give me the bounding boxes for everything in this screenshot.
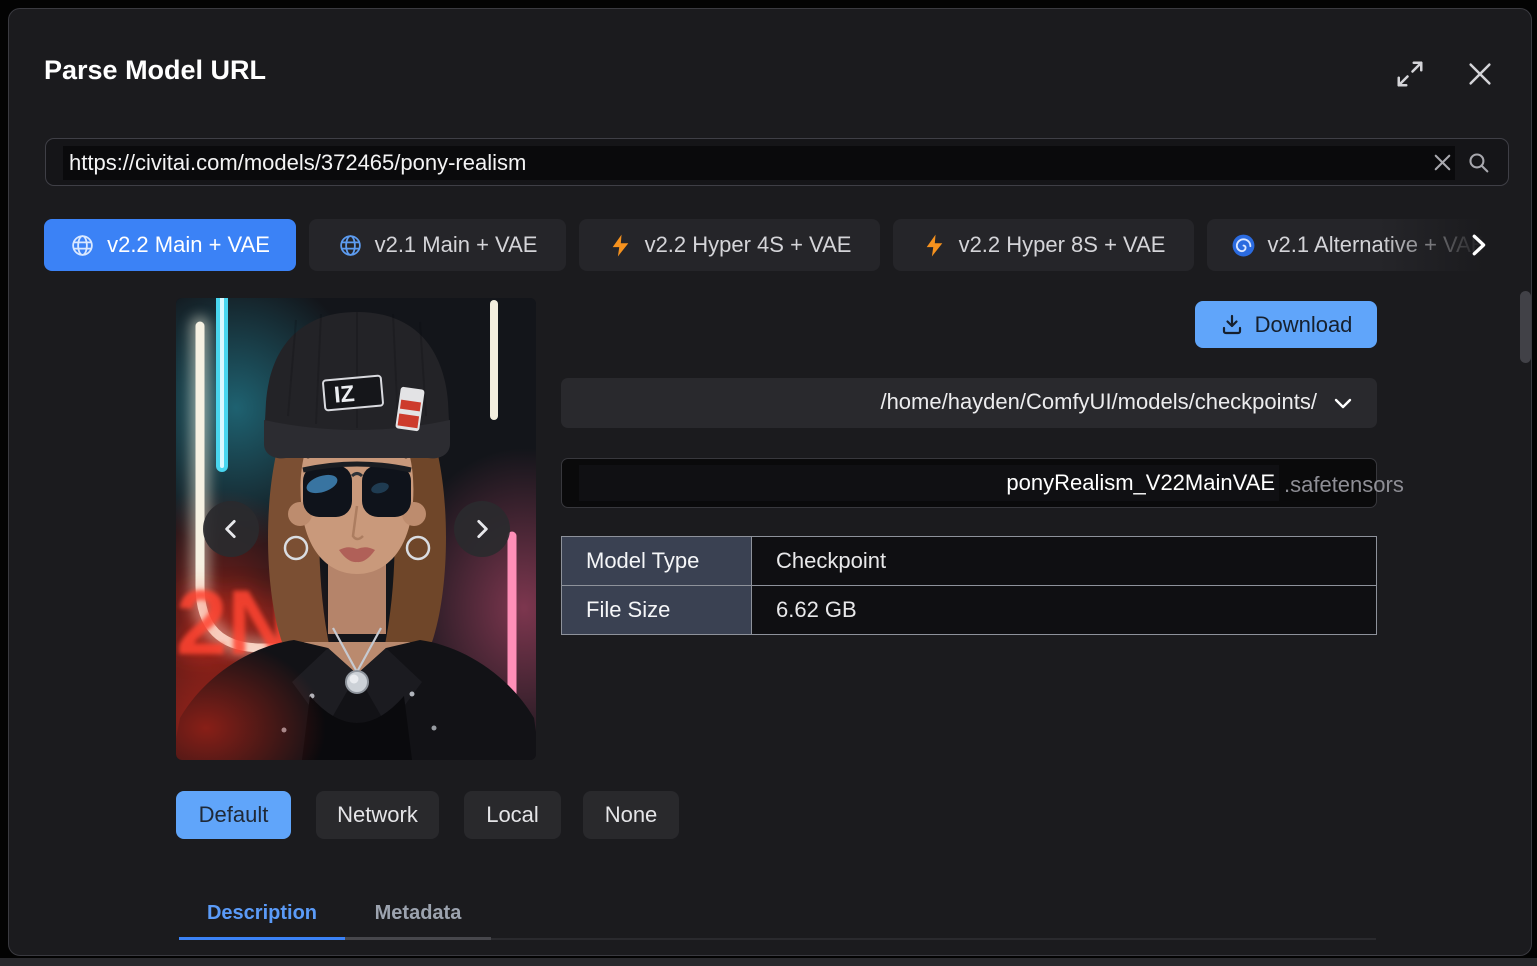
preview-source-local-button[interactable]: Local (464, 791, 561, 839)
spiral-icon (1231, 233, 1256, 258)
filename-extension: .safetensors (1284, 472, 1404, 498)
version-tab-v22-hyper4s-vae[interactable]: v2.2 Hyper 4S + VAE (579, 219, 880, 271)
version-tab-v22-hyper8s-vae[interactable]: v2.2 Hyper 8S + VAE (893, 219, 1194, 271)
globe-icon (338, 233, 363, 258)
search-icon[interactable] (1466, 150, 1491, 175)
info-row-value: Checkpoint (752, 537, 1376, 586)
preview-source-none-button[interactable]: None (583, 791, 679, 839)
info-row-label: File Size (562, 586, 752, 634)
url-bar (45, 138, 1509, 186)
globe-icon (70, 233, 95, 258)
preview-source-network-button[interactable]: Network (316, 791, 439, 839)
version-tab-v21-main-vae[interactable]: v2.1 Main + VAE (309, 219, 566, 271)
screen: Parse Model URL (0, 0, 1537, 966)
clear-url-icon[interactable] (1430, 150, 1455, 175)
parse-model-url-dialog: Parse Model URL (8, 8, 1532, 956)
close-icon[interactable] (1465, 59, 1495, 89)
vertical-scrollbar-thumb[interactable] (1520, 291, 1531, 363)
scroll-tabs-right-icon[interactable] (1463, 230, 1493, 260)
preview-source-default-button[interactable]: Default (176, 791, 291, 839)
download-button[interactable]: Download (1195, 301, 1377, 348)
previous-image-button[interactable] (203, 501, 259, 557)
chevron-right-icon (469, 516, 495, 542)
lightning-icon (922, 233, 947, 258)
tab-description[interactable]: Description (179, 890, 345, 936)
active-tab-indicator (179, 937, 345, 940)
filename-input[interactable] (579, 465, 1279, 501)
save-path-select[interactable]: /home/hayden/ComfyUI/models/checkpoints/ (561, 378, 1377, 428)
svg-text:IZ: IZ (333, 380, 356, 408)
model-url-input[interactable] (63, 146, 1455, 180)
next-image-button[interactable] (454, 501, 510, 557)
version-tab-v22-main-vae[interactable]: v2.2 Main + VAE (44, 219, 296, 271)
filename-field: .safetensors (561, 458, 1377, 508)
version-tab-strip: v2.2 Main + VAE v2.1 Main + VAE v2.2 Hyp… (44, 219, 1509, 271)
download-icon (1220, 313, 1244, 337)
bottom-window-edge (0, 958, 1537, 966)
chevron-down-icon (1331, 391, 1355, 415)
info-row-label: Model Type (562, 537, 752, 586)
maximize-icon[interactable] (1395, 59, 1425, 89)
chevron-left-icon (218, 516, 244, 542)
tab-metadata[interactable]: Metadata (345, 890, 491, 936)
info-row-value: 6.62 GB (752, 586, 1376, 634)
save-path-value: /home/hayden/ComfyUI/models/checkpoints/ (880, 389, 1317, 415)
lightning-icon (608, 233, 633, 258)
inactive-tab-indicator (345, 937, 491, 940)
detail-tab-bar: Description Metadata (179, 884, 1376, 940)
model-info-table: Model Type Checkpoint File Size 6.62 GB (561, 536, 1377, 635)
dialog-title: Parse Model URL (44, 55, 266, 86)
